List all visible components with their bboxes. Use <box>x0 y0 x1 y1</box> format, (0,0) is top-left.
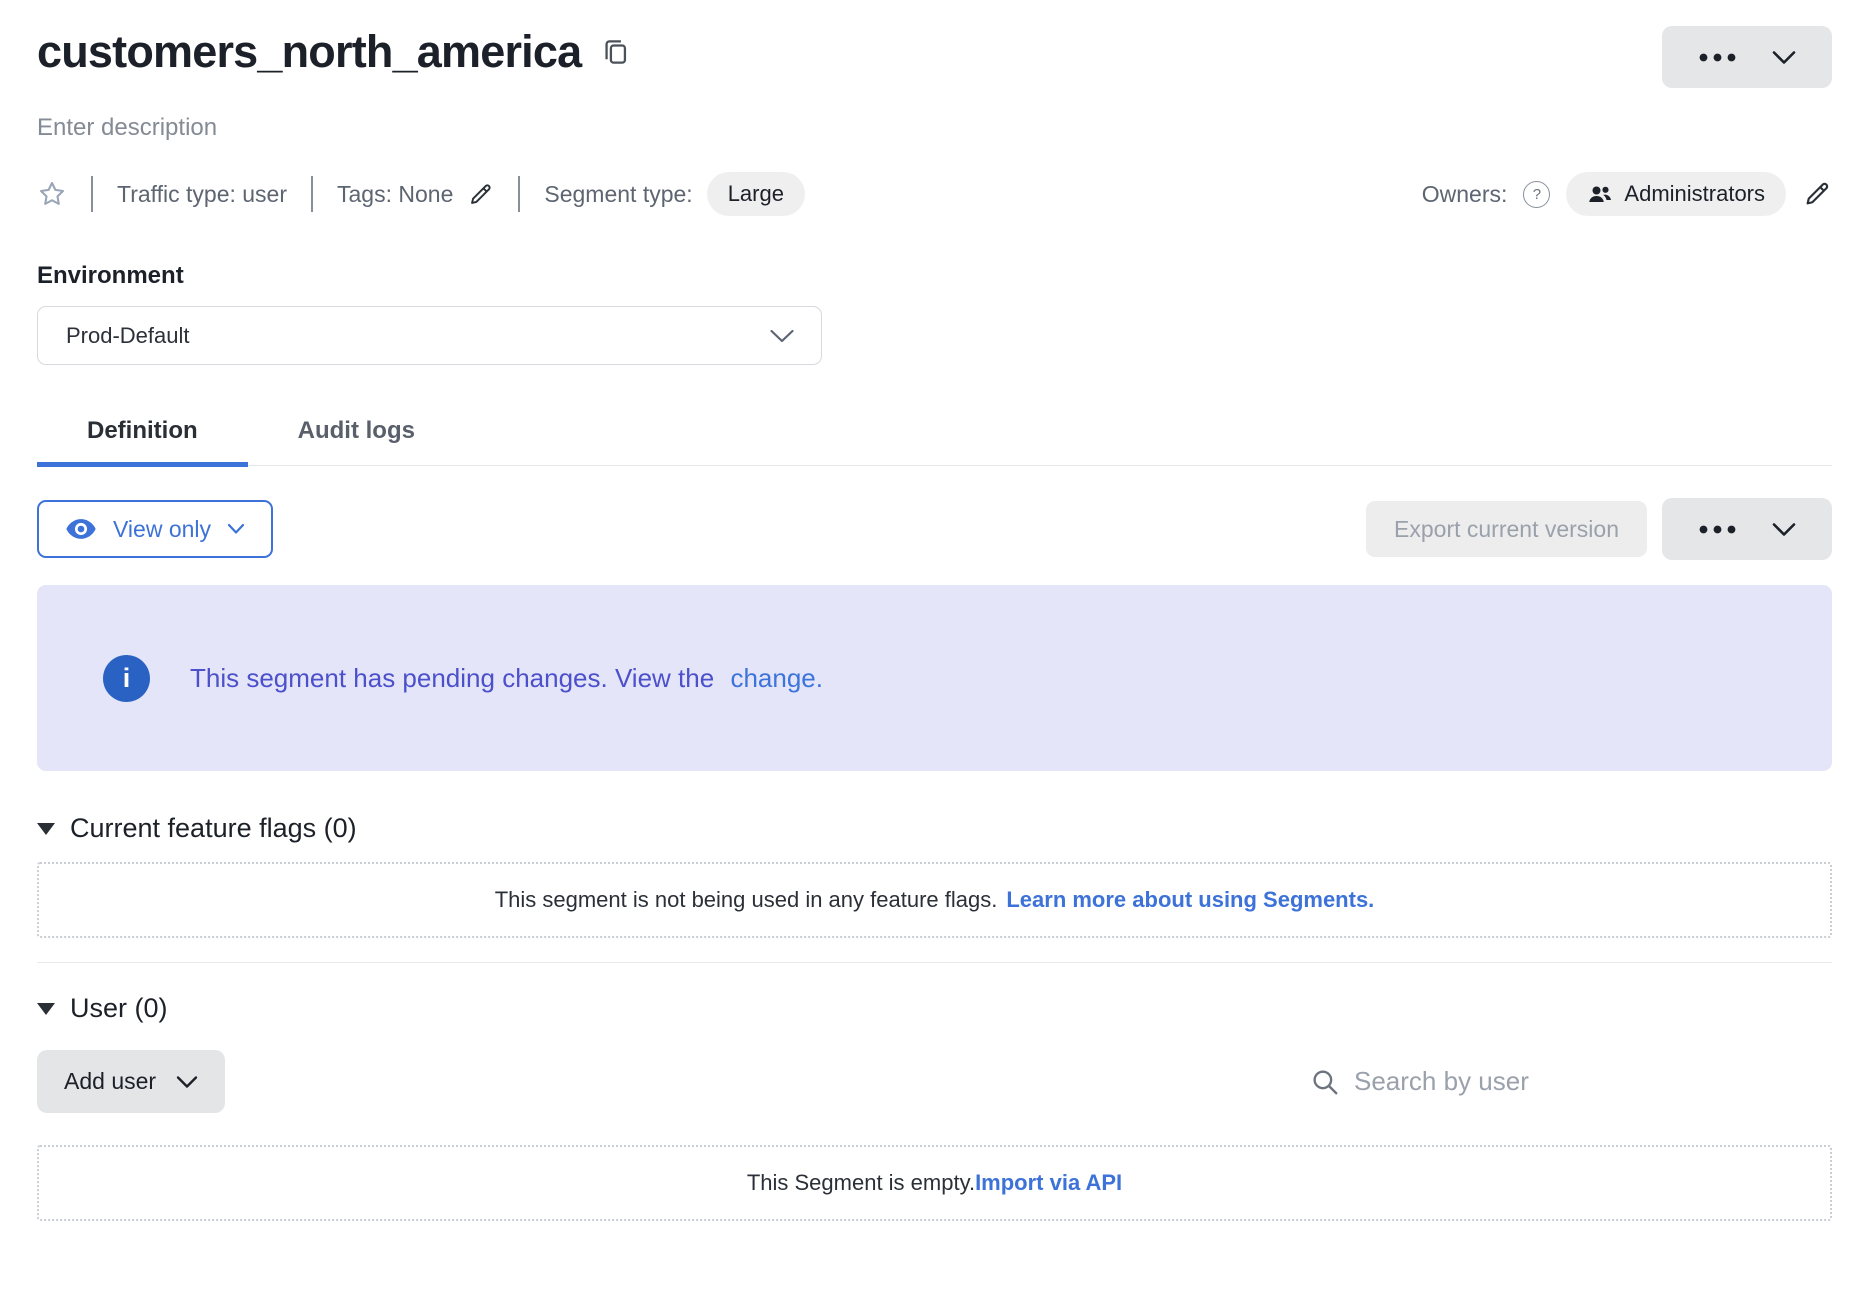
ellipsis-icon <box>1699 53 1736 62</box>
owners-group: Owners: ? Administrators <box>1422 172 1832 216</box>
chevron-down-icon <box>1772 522 1796 537</box>
people-icon <box>1587 182 1613 206</box>
definition-toolbar: View only Export current version <box>37 498 1832 560</box>
search-icon <box>1310 1067 1340 1097</box>
user-section-header[interactable]: User (0) <box>37 993 1832 1024</box>
feature-flags-empty-state: This segment is not being used in any fe… <box>37 862 1832 938</box>
copy-name-button[interactable] <box>601 36 630 68</box>
chevron-down-icon <box>1772 50 1796 65</box>
star-icon <box>37 179 67 209</box>
section-divider <box>37 962 1832 963</box>
segment-type-badge: Large <box>707 172 805 216</box>
collapse-triangle-icon <box>37 823 55 835</box>
divider <box>91 176 93 212</box>
chevron-down-icon <box>227 523 245 535</box>
view-only-label: View only <box>113 516 211 543</box>
add-user-label: Add user <box>64 1068 156 1095</box>
toolbar-right: Export current version <box>1366 498 1832 560</box>
header-actions-menu-button[interactable] <box>1662 26 1832 88</box>
tab-bar: Definition Audit logs <box>37 417 1832 466</box>
tags-item: Tags: None <box>337 181 494 208</box>
owners-label: Owners: <box>1422 181 1508 208</box>
learn-more-segments-link[interactable]: Learn more about using Segments. <box>1006 887 1374 913</box>
collapse-triangle-icon <box>37 1003 55 1015</box>
user-section-title: User (0) <box>70 993 168 1024</box>
help-icon[interactable]: ? <box>1523 181 1550 208</box>
meta-row: Traffic type: user Tags: None Segment ty… <box>37 172 1832 216</box>
export-current-version-button[interactable]: Export current version <box>1366 501 1647 557</box>
feature-flags-section: Current feature flags (0) This segment i… <box>37 813 1832 938</box>
segment-detail-page: customers_north_america <box>0 0 1864 1221</box>
user-empty-state: This Segment is empty. Import via API <box>37 1145 1832 1221</box>
view-only-button[interactable]: View only <box>37 500 273 558</box>
info-icon: i <box>103 655 150 702</box>
traffic-type-label: Traffic type: user <box>117 181 287 208</box>
environment-label: Environment <box>37 262 1832 290</box>
divider <box>518 176 520 212</box>
tab-definition[interactable]: Definition <box>37 417 248 465</box>
segment-type-label: Segment type: <box>544 181 692 208</box>
environment-selected-value: Prod-Default <box>66 323 190 349</box>
owners-value: Administrators <box>1624 181 1765 207</box>
owners-badge[interactable]: Administrators <box>1566 172 1786 216</box>
page-title: customers_north_america <box>37 26 581 78</box>
pending-changes-banner: i This segment has pending changes. View… <box>37 585 1832 771</box>
tags-label: Tags: None <box>337 181 453 208</box>
edit-tags-button[interactable] <box>467 181 494 208</box>
chevron-down-icon <box>769 328 795 344</box>
user-empty-text: This Segment is empty. <box>747 1170 975 1196</box>
search-by-user-input[interactable] <box>1354 1066 1832 1097</box>
import-via-api-link[interactable]: Import via API <box>975 1170 1122 1196</box>
ellipsis-icon <box>1699 525 1736 534</box>
meta-left: Traffic type: user Tags: None Segment ty… <box>37 172 805 216</box>
add-user-button[interactable]: Add user <box>37 1050 225 1113</box>
pencil-icon <box>467 181 494 208</box>
user-controls-row: Add user <box>37 1050 1832 1113</box>
segment-type-item: Segment type: Large <box>544 172 805 216</box>
eye-icon <box>65 518 97 540</box>
favorite-star-button[interactable] <box>37 179 67 209</box>
pencil-icon <box>1802 179 1832 209</box>
banner-message-text: This segment has pending changes. View t… <box>190 663 714 693</box>
divider <box>311 176 313 212</box>
user-section: User (0) Add user <box>37 993 1832 1221</box>
user-search <box>1310 1066 1832 1097</box>
tab-audit-logs[interactable]: Audit logs <box>248 417 465 465</box>
environment-select[interactable]: Prod-Default <box>37 306 822 365</box>
feature-flags-empty-text: This segment is not being used in any fe… <box>495 887 998 913</box>
banner-message: This segment has pending changes. View t… <box>190 663 823 694</box>
description-placeholder[interactable]: Enter description <box>37 114 1832 142</box>
view-change-link[interactable]: change. <box>730 663 823 693</box>
title-wrap: customers_north_america <box>37 26 630 78</box>
chevron-down-icon <box>176 1075 198 1089</box>
feature-flags-section-title: Current feature flags (0) <box>70 813 357 844</box>
feature-flags-section-header[interactable]: Current feature flags (0) <box>37 813 1832 844</box>
edit-owners-button[interactable] <box>1802 179 1832 209</box>
page-header: customers_north_america <box>37 26 1832 88</box>
definition-actions-menu-button[interactable] <box>1662 498 1832 560</box>
copy-icon <box>601 36 630 68</box>
